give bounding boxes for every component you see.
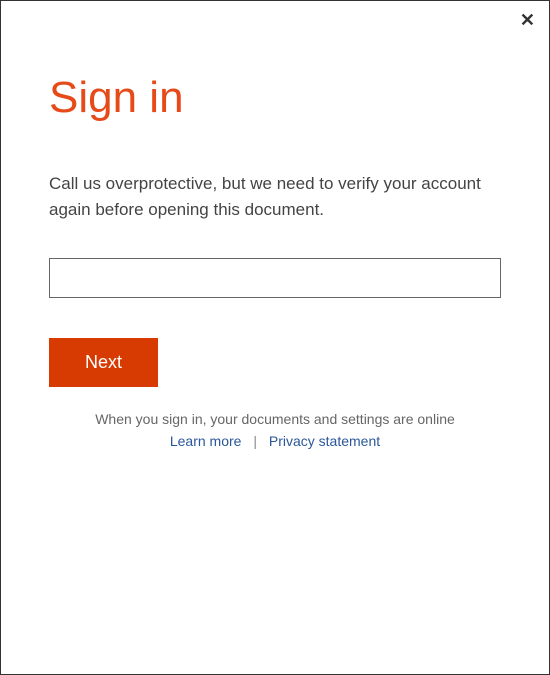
dialog-footer: When you sign in, your documents and set… (49, 411, 501, 449)
next-button[interactable]: Next (49, 338, 158, 387)
privacy-statement-link[interactable]: Privacy statement (269, 433, 380, 449)
close-icon: ✕ (520, 10, 535, 30)
footer-links: Learn more | Privacy statement (49, 433, 501, 449)
dialog-content: Sign in Call us overprotective, but we n… (1, 1, 549, 449)
footer-separator: | (253, 433, 257, 449)
signin-dialog: ✕ Sign in Call us overprotective, but we… (0, 0, 550, 675)
footer-info-text: When you sign in, your documents and set… (49, 411, 501, 427)
close-button[interactable]: ✕ (520, 11, 535, 29)
dialog-title: Sign in (49, 73, 501, 123)
learn-more-link[interactable]: Learn more (170, 433, 242, 449)
dialog-message: Call us overprotective, but we need to v… (49, 171, 501, 222)
account-input[interactable] (49, 258, 501, 298)
